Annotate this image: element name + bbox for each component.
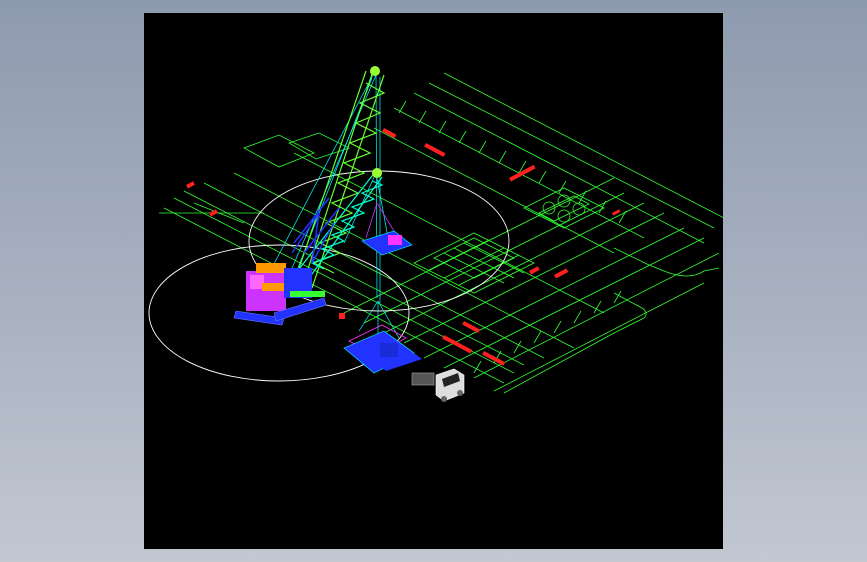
track-frame [290, 291, 325, 297]
truck-cab [435, 368, 465, 402]
road-curve [613, 247, 720, 277]
plan-box-a [243, 134, 315, 168]
counterweight-block [250, 275, 264, 289]
cad-viewport[interactable] [144, 13, 723, 549]
boom-tip-sheave [370, 66, 380, 76]
jib-tip-sheave [372, 168, 382, 178]
road-outline [503, 292, 647, 394]
site-plan-linework [159, 72, 723, 394]
crane-lift-plan-drawing [148, 66, 723, 402]
building-footprint [413, 232, 535, 294]
crawler-crane [233, 66, 390, 326]
upper-spreader-load [361, 202, 413, 256]
equipment-grid [523, 187, 605, 229]
dimension-ticks-top [398, 100, 627, 224]
swing-radius-circles [148, 170, 510, 382]
